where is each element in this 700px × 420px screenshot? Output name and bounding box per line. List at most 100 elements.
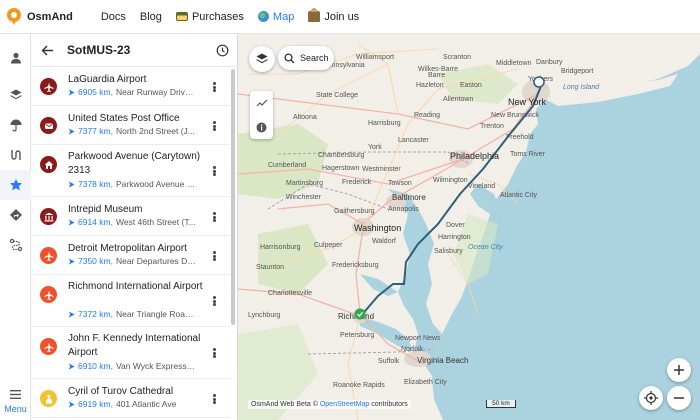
favorite-address: Van Wyck Expressw...: [115, 361, 196, 371]
favorite-address: Near Runway Drive, ...: [115, 87, 196, 97]
direction-icon: [68, 218, 75, 226]
map-tools: [250, 91, 273, 139]
favorite-item[interactable]: Cyril of Turov Cathedral 6919 km, 401 Atla…: [31, 379, 230, 418]
airplane-icon: [44, 82, 53, 92]
zoom-out-button[interactable]: [667, 386, 691, 410]
home-badge: [40, 156, 57, 173]
history-button[interactable]: [214, 42, 231, 59]
nav-purchases[interactable]: Purchases: [175, 11, 244, 23]
favorite-subtitle: 6914 km, West 46th Street (T...: [68, 217, 196, 227]
list-scrollbar[interactable]: [231, 69, 235, 325]
nav-blog[interactable]: Blog: [140, 11, 162, 23]
favorite-item[interactable]: Intrepid Museum 6914 km, West 46th Street …: [31, 197, 230, 236]
nav-join-us[interactable]: Join us: [308, 8, 360, 23]
chart-trend-icon: [256, 99, 267, 107]
nav-docs[interactable]: Docs: [101, 11, 126, 23]
label-waldorf: Waldorf: [372, 238, 396, 245]
favorite-distance: 7377 km,: [78, 126, 113, 136]
favorite-subtitle: 6905 km, Near Runway Drive, ...: [68, 87, 196, 97]
favorite-name: John F. Kennedy International Airport: [68, 333, 201, 358]
rail-tracks-button[interactable]: [0, 140, 31, 170]
more-options-icon[interactable]: [208, 392, 220, 406]
hamburger-icon: [10, 390, 21, 399]
map-search-button[interactable]: Search: [278, 46, 334, 70]
logo[interactable]: OsmAnd: [7, 8, 73, 25]
favorite-item[interactable]: United States Post Office 7377 km, North 2…: [31, 106, 230, 145]
label-middletown: Middletown: [496, 60, 532, 67]
globe-icon: [257, 11, 269, 22]
rail-favorites-button[interactable]: [0, 170, 31, 200]
airplane-badge: [40, 338, 57, 355]
label-danbury: Danbury: [536, 59, 563, 66]
label-culpeper: Culpeper: [314, 242, 343, 249]
direction-icon: [68, 127, 75, 135]
my-location-button[interactable]: [639, 386, 663, 410]
attribution-text: OsmAnd Web Beta ©: [251, 401, 318, 408]
favorite-subtitle: 6910 km, Van Wyck Expressw...: [68, 361, 196, 371]
label-roanoke-rapids: Roanoke Rapids: [333, 382, 385, 389]
label-gaithersburg: Gaithersburg: [334, 208, 375, 215]
more-options-icon[interactable]: [208, 294, 220, 308]
navigation-icon: [9, 209, 22, 221]
map-view[interactable]: New York Philadelphia Baltimore Washingt…: [238, 34, 700, 420]
rail-profile-button[interactable]: [0, 43, 31, 73]
rail-navigation-button[interactable]: [0, 200, 31, 230]
more-options-icon[interactable]: [208, 80, 220, 94]
start-marker-richmond[interactable]: [354, 308, 366, 320]
nav-join-label: Join us: [324, 10, 360, 23]
label-newport-news: Newport News: [395, 335, 441, 342]
zoom-in-button[interactable]: [667, 358, 691, 382]
top-bar: OsmAnd Docs Blog Purchases Map Join us: [0, 0, 700, 34]
rail-layers-button[interactable]: [0, 80, 31, 110]
label-barre: Barre: [428, 72, 446, 79]
label-williamsport: Williamsport: [356, 54, 395, 61]
favorite-subtitle: 7372 km, Near Triangle Road,...: [68, 309, 196, 319]
rail-route-button[interactable]: [0, 230, 31, 260]
rail-weather-button[interactable]: [0, 110, 31, 140]
more-options-icon[interactable]: [208, 164, 220, 178]
favorite-distance: 7372 km,: [78, 309, 113, 319]
more-options-icon[interactable]: [208, 249, 220, 263]
label-suffolk: Suffolk: [378, 358, 400, 365]
favorite-marker-new-york[interactable]: [533, 76, 545, 88]
layers-button[interactable]: [249, 46, 275, 72]
map-search-label: Search: [300, 53, 329, 63]
favorite-subtitle: 7377 km, North 2nd Street (J...: [68, 126, 196, 136]
favorite-address: 401 Atlantic Ave: [115, 399, 177, 409]
favorite-name: Parkwood Avenue (Carytown) 2313: [68, 151, 201, 176]
panel-title: SotMUS-23: [67, 43, 131, 57]
label-bridgeport: Bridgeport: [561, 68, 594, 75]
favorite-item[interactable]: Parkwood Avenue (Carytown) 2313 7378 km, P…: [31, 145, 230, 197]
osm-link[interactable]: OpenStreetMap: [320, 401, 369, 408]
direction-icon: [68, 362, 75, 370]
label-lancaster: Lancaster: [398, 137, 429, 144]
elevation-tool-button[interactable]: [250, 91, 273, 115]
label-hagerstown: Hagerstown: [322, 165, 360, 172]
label-norfolk: Norfolk: [401, 346, 424, 353]
favorite-item[interactable]: Richmond International Airport 7372 km, Ne…: [31, 275, 230, 327]
nav-docs-label: Docs: [100, 10, 126, 23]
favorite-item[interactable]: Detroit Metropolitan Airport 7350 km, Near…: [31, 236, 230, 275]
more-options-icon[interactable]: [208, 346, 220, 360]
favorite-distance: 6905 km,: [78, 87, 113, 97]
favorite-item[interactable]: John F. Kennedy International Airport 691…: [31, 327, 230, 379]
direction-icon: [68, 257, 75, 265]
nav-map[interactable]: Map: [257, 11, 294, 23]
label-petersburg: Petersburg: [340, 332, 375, 339]
main-nav: Docs Blog Purchases Map Join us: [101, 8, 360, 23]
nav-blog-label: Blog: [139, 10, 162, 23]
label-washington: Washington: [354, 223, 402, 233]
label-trenton: Trenton: [480, 123, 504, 130]
plus-icon: [674, 365, 684, 375]
route-icon: [9, 238, 22, 252]
favorite-address: North 2nd Street (J...: [115, 126, 195, 136]
favorite-item[interactable]: LaGuardia Airport 6905 km, Near Runway Dri…: [31, 67, 230, 106]
favorite-name: Richmond International Airport: [68, 281, 203, 292]
info-tool-button[interactable]: [250, 115, 273, 139]
favorite-distance: 6914 km,: [78, 217, 113, 227]
menu-button[interactable]: Menu: [0, 383, 31, 419]
back-button[interactable]: [31, 34, 63, 67]
more-options-icon[interactable]: [208, 119, 220, 133]
more-options-icon[interactable]: [208, 210, 220, 224]
label-vineland: Vineland: [468, 183, 496, 190]
